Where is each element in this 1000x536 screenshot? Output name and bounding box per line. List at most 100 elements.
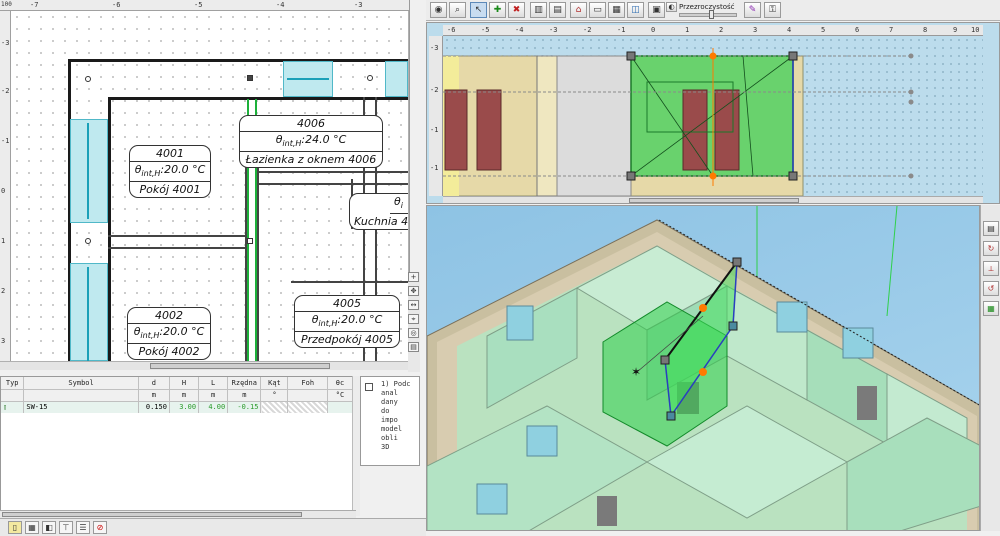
wall-partition[interactable] (257, 171, 408, 173)
table-horizontal-scrollbar[interactable] (0, 510, 356, 518)
type-icon[interactable]: ▯ (1, 401, 25, 413)
wall-partition[interactable] (108, 247, 248, 249)
lock-icon[interactable]: ⚿ (764, 2, 781, 18)
node-marker[interactable] (85, 76, 91, 82)
rotate-icon[interactable]: ↻ (983, 241, 999, 256)
grip-handle-3d[interactable] (732, 257, 742, 267)
slab-icon[interactable]: ▣ (648, 2, 665, 18)
window[interactable] (385, 61, 408, 97)
grip-handle[interactable] (788, 171, 798, 181)
roof-icon[interactable]: ⌂ (570, 2, 587, 18)
split-handle-3d[interactable] (699, 304, 707, 312)
elevation-view[interactable]: -6 -5 -4 -3 -2 -1 0 1 2 3 4 5 6 7 8 9 10… (426, 22, 1000, 204)
layers-icon[interactable]: ▤ (408, 342, 419, 352)
wall-icon[interactable]: ▦ (608, 2, 625, 18)
add-3d-icon[interactable]: ▦ (983, 301, 999, 316)
column-header[interactable]: H (169, 377, 200, 390)
wall-partition[interactable] (108, 235, 248, 237)
column-header[interactable]: Foh (287, 377, 328, 390)
plan-drawing-area[interactable]: 4006 θint,H:24.0 °C Łazienka z oknem 400… (11, 11, 409, 361)
wall-partition[interactable] (291, 281, 408, 283)
wall-partition[interactable] (257, 141, 259, 361)
node-marker[interactable] (247, 238, 253, 244)
thickness-cell[interactable]: 0.150 (138, 401, 170, 413)
plan-horizontal-scrollbar[interactable] (0, 361, 409, 370)
split-handle[interactable] (709, 172, 717, 180)
length-cell[interactable]: 4.00 (198, 401, 229, 413)
scroll-thumb[interactable] (150, 363, 330, 369)
grip-handle-3d[interactable] (728, 321, 738, 331)
pan-icon[interactable]: ✥ (408, 286, 419, 296)
errors-tab-icon[interactable]: ⊘ (93, 521, 107, 534)
snap-icon[interactable]: ⌖ (408, 314, 419, 324)
elements-tab-icon[interactable]: ⊤ (59, 521, 73, 534)
column-header[interactable]: Typ (1, 377, 25, 390)
brush-icon[interactable]: ✎ (744, 2, 761, 18)
room-label-kitchen[interactable]: θi Kuchnia 4 (349, 193, 409, 231)
measure-icon[interactable]: ↔ (408, 300, 419, 310)
symbol-cell[interactable]: SW-15 (23, 401, 139, 413)
elevation-drawing-area[interactable] (443, 36, 983, 196)
wall-partition[interactable] (257, 183, 408, 185)
grip-handle[interactable] (788, 51, 798, 61)
split-handle[interactable] (709, 52, 717, 60)
column-header[interactable]: θc (327, 377, 354, 390)
node-marker[interactable] (367, 75, 373, 81)
list-tab-icon[interactable]: ☰ (76, 521, 90, 534)
grip-handle[interactable] (626, 51, 636, 61)
floor-plan-view[interactable]: -7 -6 -5 -4 -3 100 -3 -2 -1 0 1 2 3 4006… (0, 0, 410, 370)
section-icon[interactable]: ⟂ (983, 261, 999, 276)
node-marker[interactable] (247, 75, 253, 81)
room-label-4002[interactable]: 4002 θint,H:20.0 °C Pokój 4002 (127, 307, 211, 361)
column-header[interactable]: L (198, 377, 229, 390)
doors-tab-icon[interactable]: ◧ (42, 521, 56, 534)
note-checkbox[interactable] (365, 383, 373, 391)
grip-handle-3d[interactable] (660, 355, 670, 365)
orbit-icon[interactable]: ↺ (983, 281, 999, 296)
room-label-4006[interactable]: 4006 θint,H:24.0 °C Łazienka z oknem 400… (239, 115, 383, 169)
elevation-horizontal-scrollbar[interactable] (443, 196, 983, 203)
node-marker[interactable] (85, 238, 91, 244)
grip-handle-3d[interactable] (666, 411, 676, 421)
opacity-slider-thumb[interactable] (709, 10, 714, 19)
column-header[interactable]: Rzędna (227, 377, 262, 390)
camera-icon[interactable]: ◉ (430, 2, 447, 18)
pivot-icon[interactable]: ✶ (631, 365, 641, 379)
column-header[interactable]: Symbol (23, 377, 139, 390)
zoom-icon[interactable]: ⌕ (449, 2, 466, 18)
opacity-slider[interactable] (679, 13, 737, 17)
zoom-in-icon[interactable]: + (408, 272, 419, 282)
window-icon[interactable]: ◫ (627, 2, 644, 18)
elevation-cell[interactable]: -0.15 (227, 401, 262, 413)
split-handle-3d[interactable] (699, 368, 707, 376)
walls-tab-icon[interactable]: ▯ (8, 521, 22, 534)
3d-model-view[interactable]: ✶ (426, 205, 980, 531)
element-properties-table[interactable]: Typ Symbol d H L Rzędna Kąt Foh θc m m m… (0, 376, 356, 516)
window[interactable] (70, 119, 108, 223)
add-element-icon[interactable]: ✚ (489, 2, 506, 18)
select-icon[interactable]: ↖ (470, 2, 487, 18)
foh-cell[interactable] (287, 401, 328, 413)
table-vertical-scrollbar[interactable] (352, 376, 360, 516)
table-row[interactable]: ▯ SW-15 0.150 3.00 4.00 -0.15 (1, 401, 354, 413)
room-label-4005[interactable]: 4005 θint,H:20.0 °C Przedpokój 4005 (294, 295, 400, 349)
wall-inner-left[interactable] (108, 97, 111, 361)
view-side-icon[interactable]: ▤ (549, 2, 566, 18)
wall-outer-top[interactable] (68, 59, 408, 62)
opacity-icon[interactable]: ◐ (666, 2, 677, 12)
temperature-cell[interactable] (327, 401, 354, 413)
view-front-icon[interactable]: ▥ (530, 2, 547, 18)
delete-element-icon[interactable]: ✖ (508, 2, 525, 18)
scroll-thumb[interactable] (629, 198, 799, 203)
column-header[interactable]: d (138, 377, 170, 390)
grip-handle[interactable] (626, 171, 636, 181)
scroll-thumb[interactable] (2, 512, 302, 517)
floor-icon[interactable]: ▭ (589, 2, 606, 18)
height-cell[interactable]: 3.00 (169, 401, 200, 413)
layers-3d-icon[interactable]: ▤ (983, 221, 999, 236)
magnifier-icon[interactable]: ◎ (408, 328, 419, 338)
column-header[interactable]: Kąt (260, 377, 289, 390)
room-label-4001[interactable]: 4001 θint,H:20.0 °C Pokój 4001 (129, 145, 211, 199)
windows-tab-icon[interactable]: ▦ (25, 521, 39, 534)
window[interactable] (70, 263, 108, 361)
